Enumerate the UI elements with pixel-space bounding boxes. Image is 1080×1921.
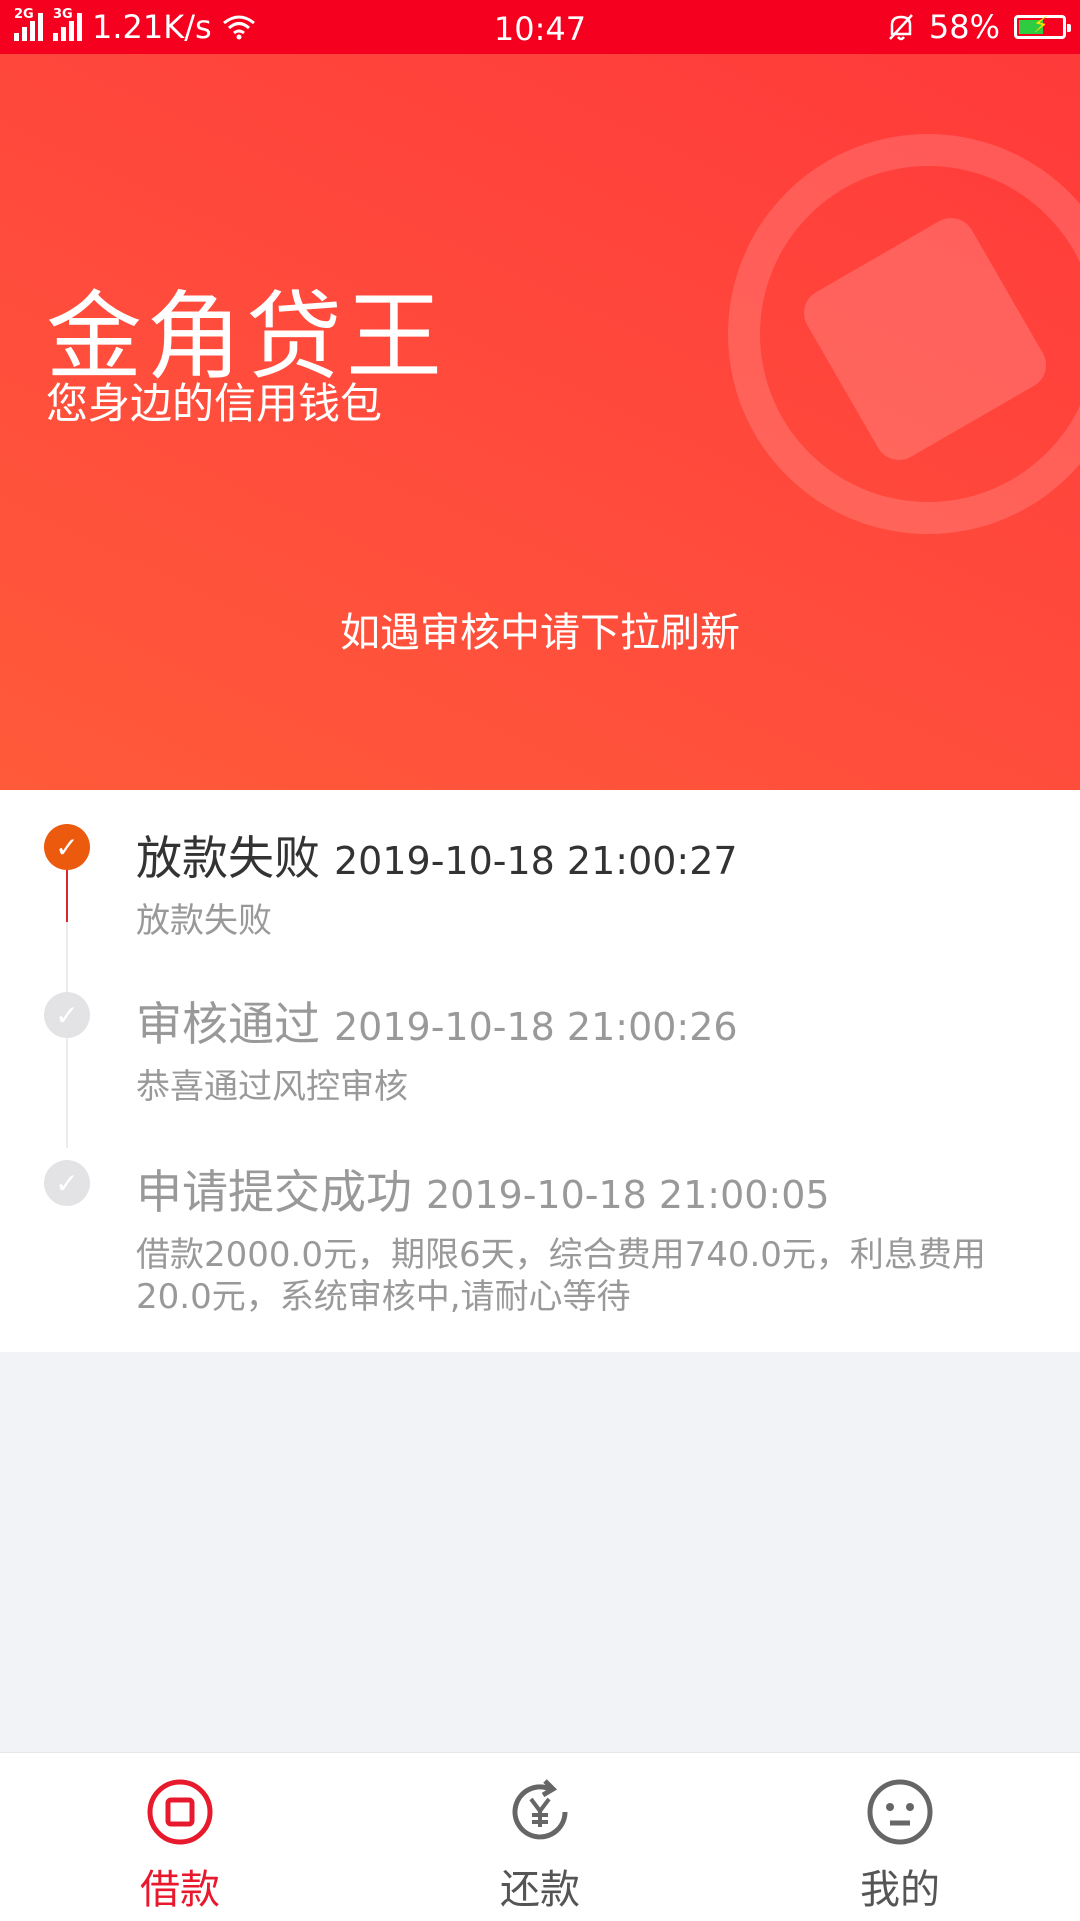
app-subtitle: 您身边的信用钱包 xyxy=(46,379,383,428)
timeline-status: 审核通过 xyxy=(136,997,320,1051)
timeline-time: 2019-10-18 21:00:05 xyxy=(426,1173,830,1217)
timeline-desc: 放款失败 xyxy=(136,901,272,941)
check-active-icon: ✓ xyxy=(44,824,90,870)
timeline-header: 申请提交成功 2019-10-18 21:00:05 xyxy=(136,1156,830,1222)
status-right: 58% ⚡ xyxy=(887,8,1071,46)
timeline-connector xyxy=(66,922,68,994)
timeline-connector xyxy=(66,870,68,922)
profile-icon xyxy=(867,1779,933,1845)
battery-icon: ⚡ xyxy=(1014,13,1071,39)
check-inactive-icon: ✓ xyxy=(44,992,90,1038)
battery-percent: 58% xyxy=(928,8,1000,46)
timeline-status: 申请提交成功 xyxy=(136,1165,412,1219)
timeline-time: 2019-10-18 21:00:26 xyxy=(334,1005,738,1049)
tab-borrow[interactable]: 借款 xyxy=(80,1777,280,1915)
order-timeline: ✓ 放款失败 2019-10-18 21:00:27 放款失败 ✓ 审核通过 201… xyxy=(0,790,1080,1352)
refresh-hint: 如遇审核中请下拉刷新 xyxy=(340,610,740,656)
timeline-desc: 借款2000.0元，期限6天，综合费用740.0元，利息费用20.0元，系统审核… xyxy=(136,1235,986,1317)
tab-label: 还款 xyxy=(500,1867,580,1913)
bell-muted-icon xyxy=(888,14,913,41)
timeline-header: 放款失败 2019-10-18 21:00:27 xyxy=(136,822,738,888)
charging-icon: ⚡ xyxy=(1033,13,1049,38)
timeline-connector xyxy=(66,1038,68,1148)
bottom-tab-bar: 借款 还款 我的 xyxy=(0,1752,1080,1921)
timeline-status: 放款失败 xyxy=(136,831,320,885)
borrow-icon xyxy=(147,1779,213,1845)
timeline-time: 2019-10-18 21:00:27 xyxy=(334,839,738,883)
tab-profile[interactable]: 我的 xyxy=(800,1777,1000,1915)
timeline-desc: 恭喜通过风控审核 xyxy=(136,1067,408,1107)
tab-label: 借款 xyxy=(140,1867,220,1913)
tab-label: 我的 xyxy=(860,1867,940,1913)
check-inactive-icon: ✓ xyxy=(44,1160,90,1206)
hero-banner: 金角贷王 您身边的信用钱包 如遇审核中请下拉刷新 xyxy=(0,54,1080,790)
tab-repay[interactable]: 还款 xyxy=(440,1777,640,1915)
repay-icon xyxy=(512,1779,568,1840)
status-bar: 2G 3G 1.21K/s 10:47 58% ⚡ xyxy=(0,0,1080,54)
timeline-header: 审核通过 2019-10-18 21:00:26 xyxy=(136,988,738,1054)
